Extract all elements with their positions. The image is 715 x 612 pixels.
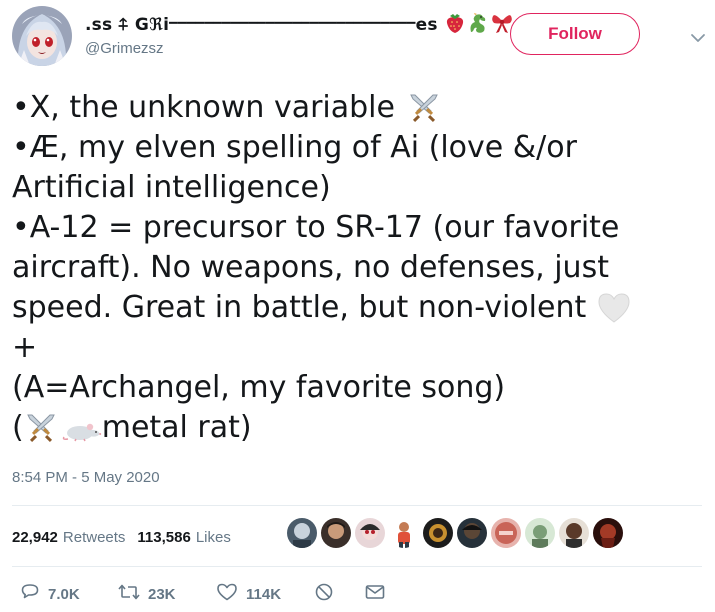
liker-avatar[interactable]	[593, 518, 623, 548]
like-button[interactable]: 114K	[216, 580, 281, 608]
tweet-line-text: Artificial intelligence)	[12, 170, 331, 205]
liker-avatar[interactable]	[491, 518, 521, 548]
user-handle[interactable]: @Grimezsz	[85, 40, 164, 57]
liker-avatar[interactable]	[287, 518, 317, 548]
retweet-button[interactable]: 23K	[118, 580, 176, 608]
avatar[interactable]	[12, 6, 72, 66]
tweet-line: aircraft). No weapons, no defenses, just	[12, 248, 702, 288]
liker-avatar[interactable]	[389, 518, 419, 548]
chevron-down-icon[interactable]	[688, 28, 708, 48]
retweets-label: Retweets	[62, 528, 126, 546]
follow-button[interactable]: Follow	[510, 13, 640, 55]
tweet-actions: 7.0K 23K 114K	[0, 580, 715, 608]
divider	[12, 566, 702, 567]
rat-icon	[62, 413, 102, 443]
tweet-line-text: (A=Archangel, my favorite song)	[12, 370, 506, 405]
tweet-timestamp[interactable]: 8:54 PM - 5 May 2020	[12, 469, 160, 486]
envelope-icon	[364, 582, 386, 607]
tweet-line: •X, the unknown variable	[12, 88, 702, 128]
tweet-line-text: •A-12 = precursor to SR-17 (our favorite	[12, 210, 620, 245]
tweet-line: (A=Archangel, my favorite song)	[12, 368, 702, 408]
liker-avatar[interactable]	[321, 518, 351, 548]
tweet-line: •Æ, my elven spelling of Ai (love &/or	[12, 128, 702, 168]
direct-message-button[interactable]	[364, 580, 386, 608]
reply-count: 7.0K	[48, 585, 80, 603]
tweet-line: •A-12 = precursor to SR-17 (our favorite	[12, 208, 702, 248]
crossed-swords-icon	[407, 91, 441, 125]
tweet-line: Artificial intelligence)	[12, 168, 702, 208]
tweet-header: .ꜱꜱ ⍏ Gℜiⲻⲻⲻⲻⲻⲻⲻⲻⲻⲻⲻⲻⲻⲻⲻⲻⲻⲻⲻⲻⲻⲻⲻⲻⲻⲻⲻⲻes	[0, 0, 715, 80]
tweet-text: •X, the unknown variable •Æ, my elven sp…	[12, 88, 702, 448]
crossed-swords-icon	[24, 411, 58, 445]
name-emojis	[444, 12, 515, 34]
retweets-count: 22,942	[12, 528, 58, 546]
likers-avatars	[287, 518, 627, 548]
tweet-line-text-before: (	[12, 410, 24, 445]
likes-stat[interactable]: 113,586 Likes	[137, 529, 230, 546]
tweet-line-text: •X, the unknown variable	[12, 90, 395, 125]
display-name-row[interactable]: .ꜱꜱ ⍏ Gℜiⲻⲻⲻⲻⲻⲻⲻⲻⲻⲻⲻⲻⲻⲻⲻⲻⲻⲻⲻⲻⲻⲻⲻⲻⲻⲻⲻⲻes	[85, 10, 564, 36]
retweets-stat[interactable]: 22,942 Retweets	[12, 529, 125, 546]
liker-avatar[interactable]	[355, 518, 385, 548]
liker-avatar[interactable]	[559, 518, 589, 548]
retweet-icon	[118, 582, 140, 607]
tweet-line: +	[12, 328, 702, 368]
white-heart-icon	[596, 291, 632, 325]
block-button[interactable]	[314, 580, 334, 608]
retweet-count: 23K	[148, 585, 176, 603]
heart-icon	[216, 582, 238, 607]
dragon-icon	[467, 12, 489, 34]
tweet-line: speed. Great in battle, but non-violent	[12, 288, 702, 328]
tweet-line-text: •Æ, my elven spelling of Ai (love &/or	[12, 130, 577, 165]
tweet-line-text: metal rat)	[101, 410, 252, 445]
liker-avatar[interactable]	[423, 518, 453, 548]
display-name[interactable]: .ꜱꜱ ⍏ Gℜiⲻⲻⲻⲻⲻⲻⲻⲻⲻⲻⲻⲻⲻⲻⲻⲻⲻⲻⲻⲻⲻⲻⲻⲻⲻⲻⲻⲻes	[85, 12, 438, 35]
like-count: 114K	[246, 585, 282, 603]
tweet-line: ( metal rat)	[12, 408, 702, 448]
reply-button[interactable]: 7.0K	[20, 580, 80, 608]
block-icon	[314, 582, 334, 607]
tweet-stats: 22,942 Retweets 113,586 Likes	[12, 522, 243, 552]
tweet-line-text: aircraft). No weapons, no defenses, just	[12, 250, 609, 285]
likes-count: 113,586	[137, 528, 191, 546]
liker-avatar[interactable]	[525, 518, 555, 548]
divider	[12, 505, 702, 506]
reply-icon	[20, 582, 40, 607]
liker-avatar[interactable]	[457, 518, 487, 548]
tweet-line-text: speed. Great in battle, but non-violent	[12, 290, 587, 325]
strawberry-icon	[444, 12, 466, 34]
likes-label: Likes	[195, 528, 231, 546]
tweet-line-text: +	[12, 330, 38, 365]
